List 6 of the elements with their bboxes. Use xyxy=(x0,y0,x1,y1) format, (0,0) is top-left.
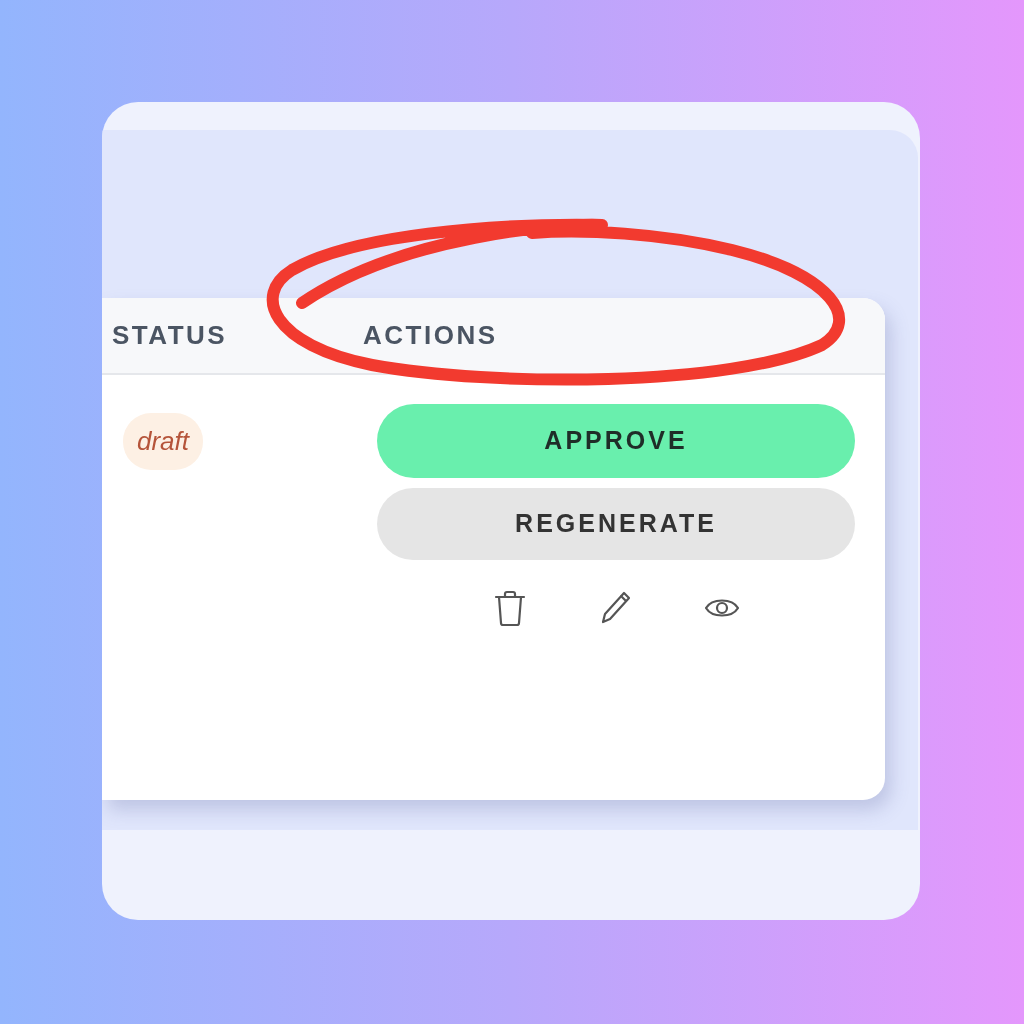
column-header: STATUS xyxy=(112,320,228,350)
status-badge: draft xyxy=(123,413,204,470)
column-header: ACTIONS xyxy=(363,320,498,350)
regenerate-button[interactable]: REGENERATE xyxy=(377,488,855,560)
trash-icon[interactable] xyxy=(492,588,528,628)
approve-button[interactable]: APPROVE xyxy=(377,404,855,478)
